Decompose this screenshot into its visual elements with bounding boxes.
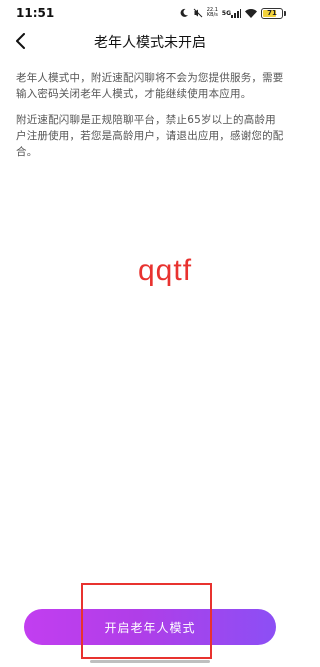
battery-icon: 71 xyxy=(261,7,286,19)
enable-elder-mode-button[interactable]: 开启老年人模式 xyxy=(24,609,276,645)
home-indicator[interactable] xyxy=(90,660,210,663)
notice-paragraph-1: 老年人模式中，附近速配闪聊将不会为您提供服务，需要输入密码关闭老年人模式，才能继… xyxy=(16,72,284,100)
watermark-text: qqtf xyxy=(138,254,193,287)
battery: 71 xyxy=(261,7,283,19)
wifi-icon xyxy=(245,8,257,18)
status-bar: 11:51 22.1 KB/s 5G 71 xyxy=(0,0,300,26)
moon-icon xyxy=(179,8,189,18)
battery-level: 71 xyxy=(267,8,277,17)
page-title: 老年人模式未开启 xyxy=(94,35,206,51)
net-speed-unit: KB/s xyxy=(206,12,218,18)
battery-cap xyxy=(284,10,286,16)
status-icons: 22.1 KB/s 5G 71 xyxy=(179,6,286,20)
mute-icon xyxy=(193,8,203,18)
enable-elder-mode-label: 开启老年人模式 xyxy=(104,620,196,635)
network-type: 5G xyxy=(221,9,231,17)
notice-paragraph-2: 附近速配闪聊是正规陪聊平台，禁止65岁以上的高龄用户注册使用，若您是高龄用户，请… xyxy=(16,114,284,158)
status-time: 11:51 xyxy=(16,6,55,20)
net-speed: 22.1 KB/s xyxy=(207,8,218,18)
nav-bar: 老年人模式未开启 xyxy=(0,26,300,56)
signal-icon: 5G xyxy=(221,8,241,18)
notice-content: 老年人模式中，附近速配闪聊将不会为您提供服务，需要输入密码关闭老年人模式，才能继… xyxy=(16,70,286,160)
